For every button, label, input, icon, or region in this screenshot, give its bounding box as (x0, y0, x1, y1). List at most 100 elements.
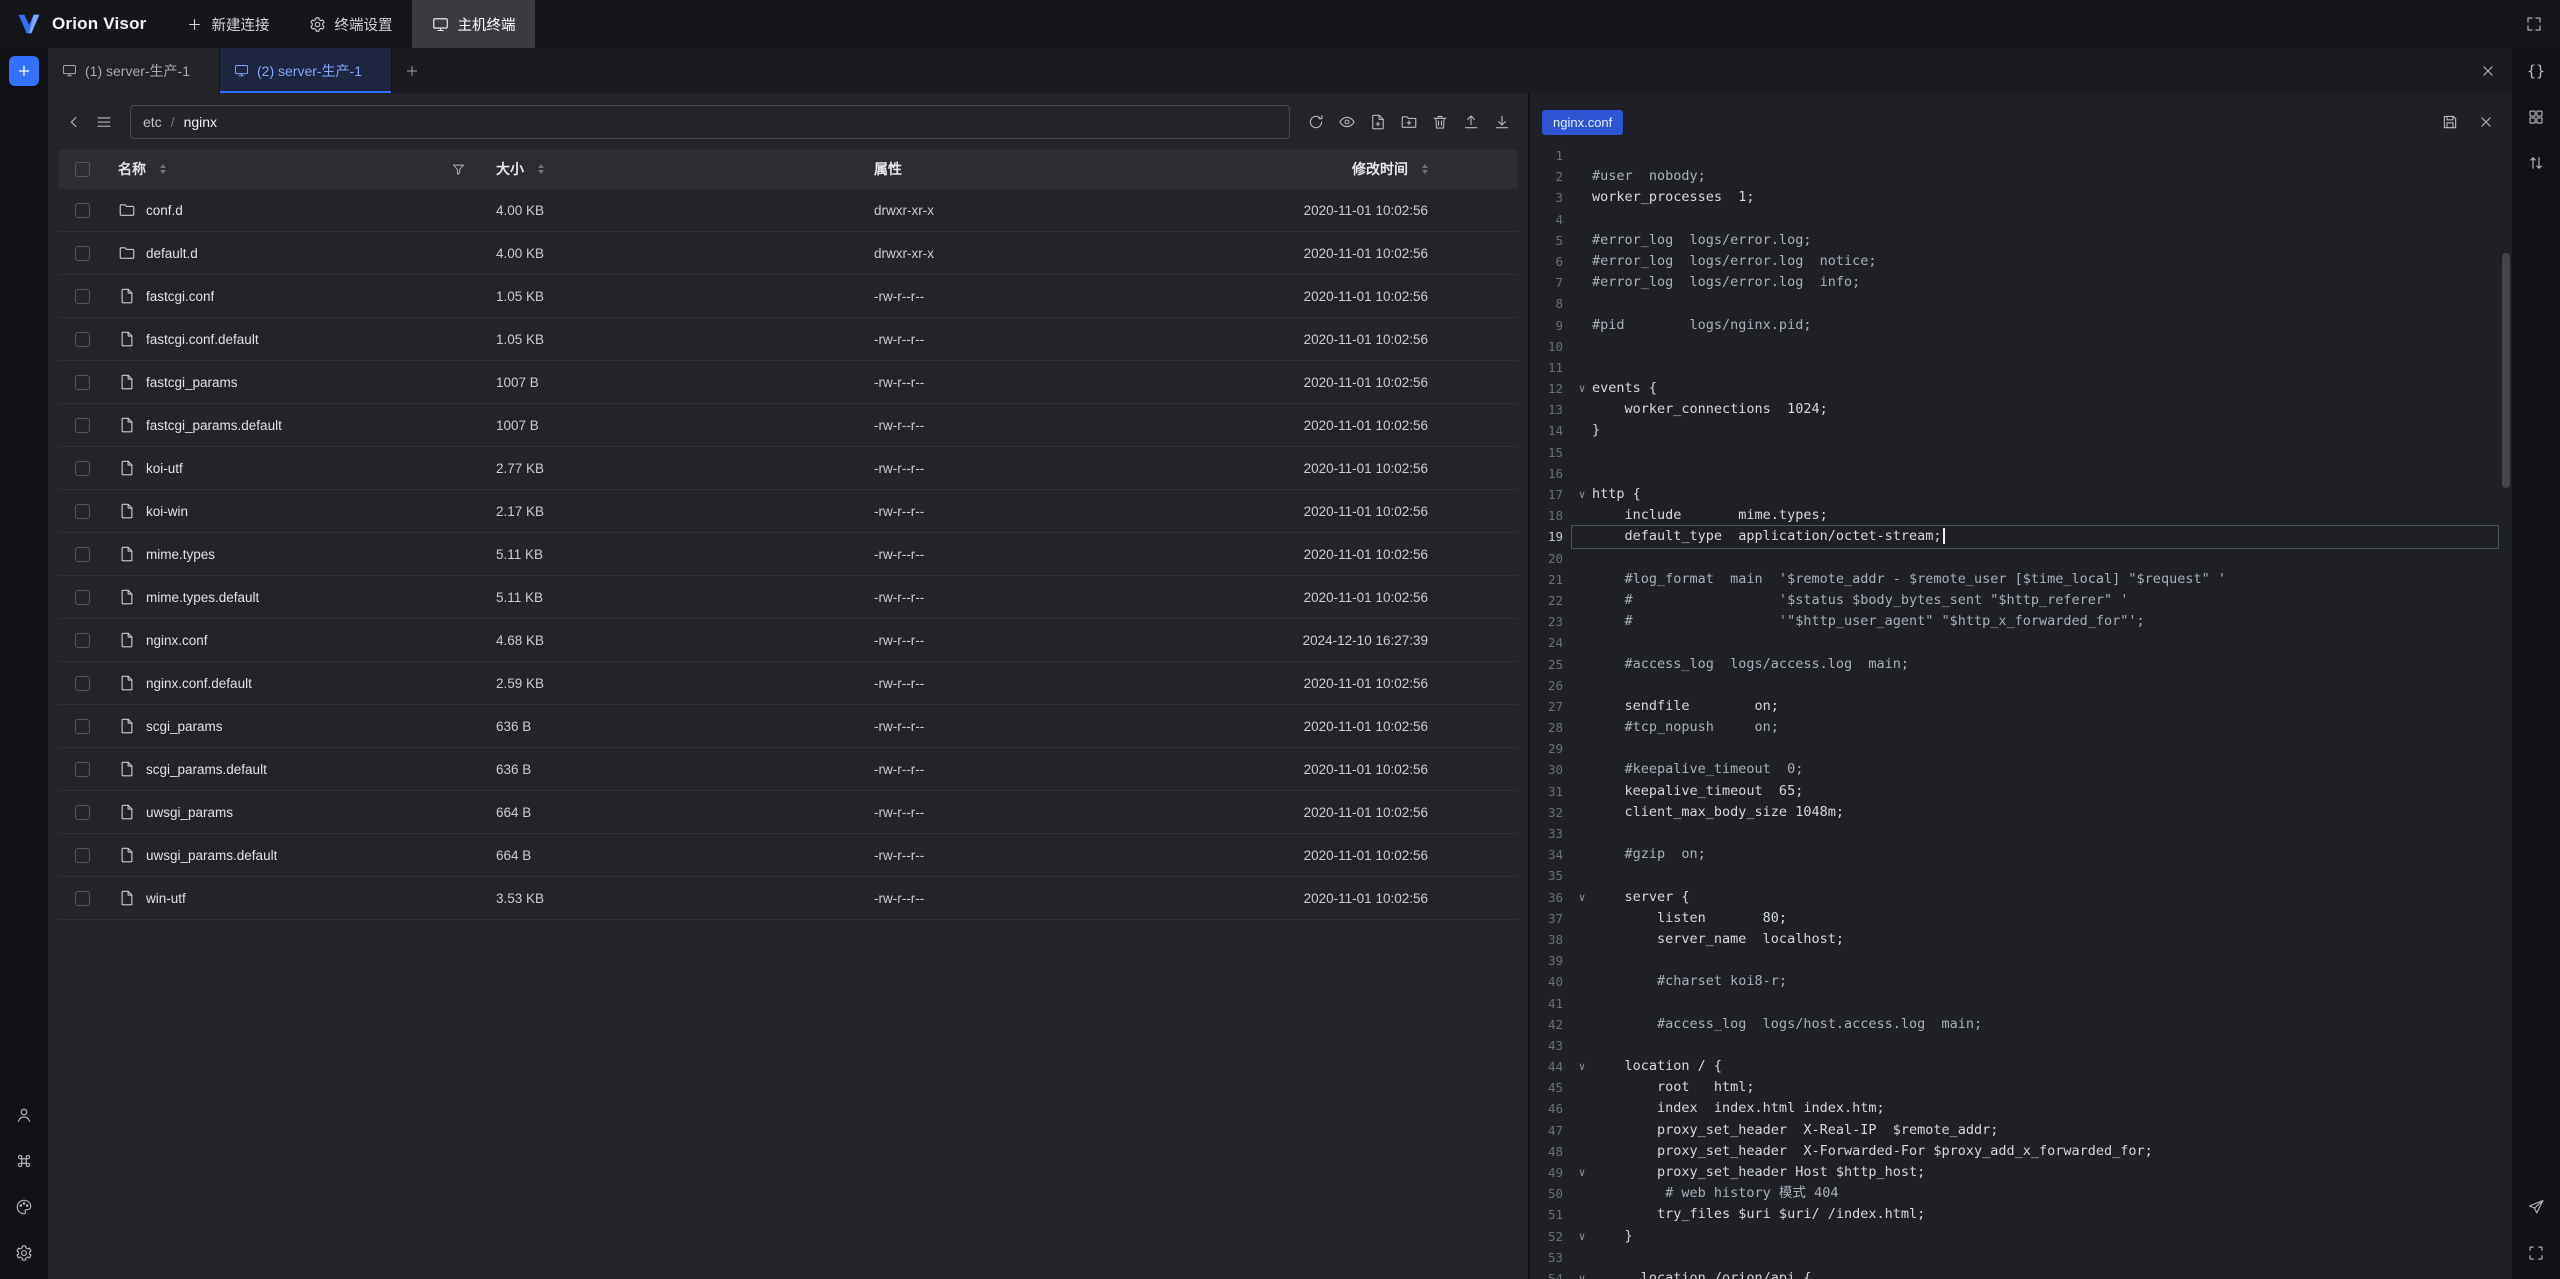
code-line[interactable]: 45 root html; (1530, 1077, 2512, 1098)
row-checkbox[interactable] (75, 289, 90, 304)
file-name[interactable]: fastcgi_params (146, 375, 238, 390)
row-checkbox[interactable] (75, 590, 90, 605)
sort-size-icon[interactable] (538, 164, 544, 174)
code-line[interactable]: 26 (1530, 675, 2512, 696)
file-name[interactable]: mime.types (146, 547, 215, 562)
code-line[interactable]: 51 try_files $uri $uri/ /index.html; (1530, 1204, 2512, 1225)
code-line[interactable]: 3worker_processes 1; (1530, 187, 2512, 208)
fold-chevron-icon[interactable]: ∨ (1572, 1268, 1592, 1279)
table-row[interactable]: fastcgi.conf 1.05 KB -rw-r--r-- 2020-11-… (58, 275, 1518, 318)
user-icon[interactable] (10, 1101, 38, 1129)
table-row[interactable]: nginx.conf.default 2.59 KB -rw-r--r-- 20… (58, 662, 1518, 705)
fold-chevron-icon[interactable]: ∨ (1572, 1056, 1592, 1077)
file-name[interactable]: fastcgi_params.default (146, 418, 282, 433)
code-line[interactable]: 32 client_max_body_size 1048m; (1530, 802, 2512, 823)
new-session-button[interactable] (9, 56, 39, 86)
menu-terminal-settings[interactable]: 终端设置 (289, 0, 412, 48)
save-icon[interactable] (2436, 108, 2464, 136)
table-row[interactable]: mime.types 5.11 KB -rw-r--r-- 2020-11-01… (58, 533, 1518, 576)
code-line[interactable]: 4 (1530, 209, 2512, 230)
path-input[interactable]: etc / nginx (130, 105, 1290, 139)
code-line[interactable]: 36∨ server { (1530, 887, 2512, 908)
code-line[interactable]: 48 proxy_set_header X-Forwarded-For $pro… (1530, 1141, 2512, 1162)
code-line[interactable]: 40 #charset koi8-r; (1530, 971, 2512, 992)
code-line[interactable]: 11 (1530, 357, 2512, 378)
file-name[interactable]: uwsgi_params (146, 805, 233, 820)
upload-icon[interactable] (1457, 108, 1485, 136)
braces-icon[interactable]: {} (2522, 57, 2550, 85)
file-name[interactable]: scgi_params.default (146, 762, 267, 777)
file-name[interactable]: koi-utf (146, 461, 183, 476)
table-row[interactable]: default.d 4.00 KB drwxr-xr-x 2020-11-01 … (58, 232, 1518, 275)
table-row[interactable]: fastcgi.conf.default 1.05 KB -rw-r--r-- … (58, 318, 1518, 361)
code-line[interactable]: 7#error_log logs/error.log info; (1530, 272, 2512, 293)
row-checkbox[interactable] (75, 246, 90, 261)
code-line[interactable]: 28 #tcp_nopush on; (1530, 717, 2512, 738)
code-line[interactable]: 17∨http { (1530, 484, 2512, 505)
refresh-icon[interactable] (1302, 108, 1330, 136)
grid-layout-icon[interactable] (2522, 103, 2550, 131)
code-line[interactable]: 27 sendfile on; (1530, 696, 2512, 717)
download-icon[interactable] (1488, 108, 1516, 136)
row-checkbox[interactable] (75, 805, 90, 820)
capture-frame-icon[interactable] (2522, 1239, 2550, 1267)
send-plane-icon[interactable] (2522, 1193, 2550, 1221)
code-line[interactable]: 50 # web history 模式 404 (1530, 1183, 2512, 1204)
code-line[interactable]: 31 keepalive_timeout 65; (1530, 781, 2512, 802)
close-editor-icon[interactable] (2472, 108, 2500, 136)
row-checkbox[interactable] (75, 719, 90, 734)
sort-mtime-icon[interactable] (1422, 164, 1428, 174)
code-line[interactable]: 49∨ proxy_set_header Host $http_host; (1530, 1162, 2512, 1183)
select-all-checkbox[interactable] (75, 162, 90, 177)
code-line[interactable]: 22 # '$status $body_bytes_sent "$http_re… (1530, 590, 2512, 611)
code-line[interactable]: 29 (1530, 738, 2512, 759)
code-line[interactable]: 25 #access_log logs/access.log main; (1530, 654, 2512, 675)
row-checkbox[interactable] (75, 461, 90, 476)
table-row[interactable]: uwsgi_params.default 664 B -rw-r--r-- 20… (58, 834, 1518, 877)
code-line[interactable]: 5#error_log logs/error.log; (1530, 230, 2512, 251)
add-tab-button[interactable] (392, 48, 432, 93)
code-line[interactable]: 8 (1530, 293, 2512, 314)
tab-server-2[interactable]: (2) server-生产-1 (220, 48, 392, 93)
code-line[interactable]: 13 worker_connections 1024; (1530, 399, 2512, 420)
code-line[interactable]: 21 #log_format main '$remote_addr - $rem… (1530, 569, 2512, 590)
code-line[interactable]: 2#user nobody; (1530, 166, 2512, 187)
path-current-segment[interactable]: nginx (184, 114, 217, 130)
file-name[interactable]: koi-win (146, 504, 188, 519)
table-row[interactable]: nginx.conf 4.68 KB -rw-r--r-- 2024-12-10… (58, 619, 1518, 662)
code-line[interactable]: 18 include mime.types; (1530, 505, 2512, 526)
code-line[interactable]: 39 (1530, 950, 2512, 971)
file-name[interactable]: scgi_params (146, 719, 223, 734)
code-line[interactable]: 30 #keepalive_timeout 0; (1530, 759, 2512, 780)
row-checkbox[interactable] (75, 891, 90, 906)
fold-chevron-icon[interactable]: ∨ (1572, 378, 1592, 399)
row-checkbox[interactable] (75, 504, 90, 519)
code-line[interactable]: 6#error_log logs/error.log notice; (1530, 251, 2512, 272)
table-row[interactable]: fastcgi_params 1007 B -rw-r--r-- 2020-11… (58, 361, 1518, 404)
code-line[interactable]: 41 (1530, 993, 2512, 1014)
list-view-icon[interactable] (90, 108, 118, 136)
file-name[interactable]: mime.types.default (146, 590, 259, 605)
path-segment[interactable]: etc (143, 114, 162, 130)
code-line[interactable]: 20 (1530, 548, 2512, 569)
fold-chevron-icon[interactable]: ∨ (1572, 1162, 1592, 1183)
table-row[interactable]: uwsgi_params 664 B -rw-r--r-- 2020-11-01… (58, 791, 1518, 834)
fold-chevron-icon[interactable]: ∨ (1572, 1226, 1592, 1247)
code-line[interactable]: 10 (1530, 336, 2512, 357)
theme-icon[interactable] (10, 1193, 38, 1221)
code-line[interactable]: 23 # '"$http_user_agent" "$http_x_forwar… (1530, 611, 2512, 632)
row-checkbox[interactable] (75, 418, 90, 433)
table-row[interactable]: koi-utf 2.77 KB -rw-r--r-- 2020-11-01 10… (58, 447, 1518, 490)
sort-name-icon[interactable] (160, 164, 166, 174)
command-icon[interactable] (10, 1147, 38, 1175)
table-row[interactable]: win-utf 3.53 KB -rw-r--r-- 2020-11-01 10… (58, 877, 1518, 920)
code-editor[interactable]: 12#user nobody;3worker_processes 1;45#er… (1530, 145, 2512, 1279)
code-line[interactable]: 35 (1530, 865, 2512, 886)
file-name[interactable]: nginx.conf (146, 633, 208, 648)
row-checkbox[interactable] (75, 203, 90, 218)
code-line[interactable]: 24 (1530, 632, 2512, 653)
filter-icon[interactable] (444, 155, 472, 183)
table-row[interactable]: scgi_params 636 B -rw-r--r-- 2020-11-01 … (58, 705, 1518, 748)
file-name[interactable]: uwsgi_params.default (146, 848, 277, 863)
new-folder-icon[interactable] (1395, 108, 1423, 136)
